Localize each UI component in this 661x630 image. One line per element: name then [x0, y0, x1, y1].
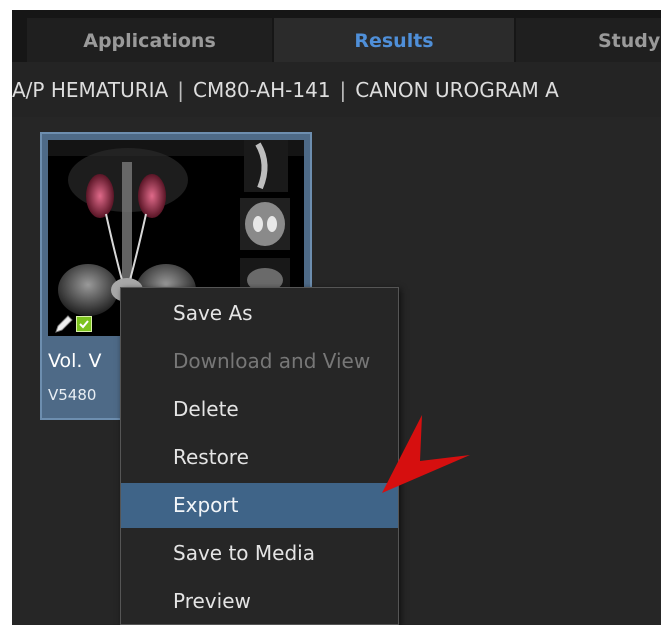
series-subtitle: V5480 — [48, 386, 97, 404]
edit-icon — [55, 315, 73, 333]
tab-applications[interactable]: Applications — [27, 18, 272, 62]
breadcrumb-separator: | — [177, 78, 184, 102]
series-title: Vol. V — [48, 350, 102, 372]
menu-item-delete[interactable]: Delete — [121, 387, 398, 432]
menu-item-save-as[interactable]: Save As — [121, 291, 398, 336]
breadcrumb-study-id: CM80-AH-141 — [192, 78, 331, 102]
breadcrumb: A/P HEMATURIA | CM80-AH-141 | CANON UROGRAM … — [12, 62, 661, 117]
breadcrumb-separator: | — [339, 78, 347, 102]
menu-item-restore[interactable]: Restore — [121, 435, 398, 480]
breadcrumb-series-description: CANON UROGRAM A — [355, 78, 559, 102]
tab-bar: Applications Results Study — [12, 10, 661, 62]
tab-results[interactable]: Results — [274, 18, 514, 62]
tab-study[interactable]: Study — [516, 18, 661, 62]
context-menu: Save As Download and View Delete Restore… — [120, 287, 399, 625]
annotation-arrow-icon — [382, 415, 470, 493]
menu-item-download-and-view[interactable]: Download and View — [121, 339, 398, 384]
menu-item-export[interactable]: Export — [121, 483, 398, 528]
checked-icon — [76, 316, 92, 332]
series-status-icons — [54, 312, 100, 338]
app-window: Applications Results Study A/P HEMATURIA… — [12, 10, 661, 625]
menu-item-preview[interactable]: Preview — [121, 579, 398, 624]
breadcrumb-study-description: A/P HEMATURIA — [12, 78, 169, 102]
menu-item-save-to-media[interactable]: Save to Media — [121, 531, 398, 576]
